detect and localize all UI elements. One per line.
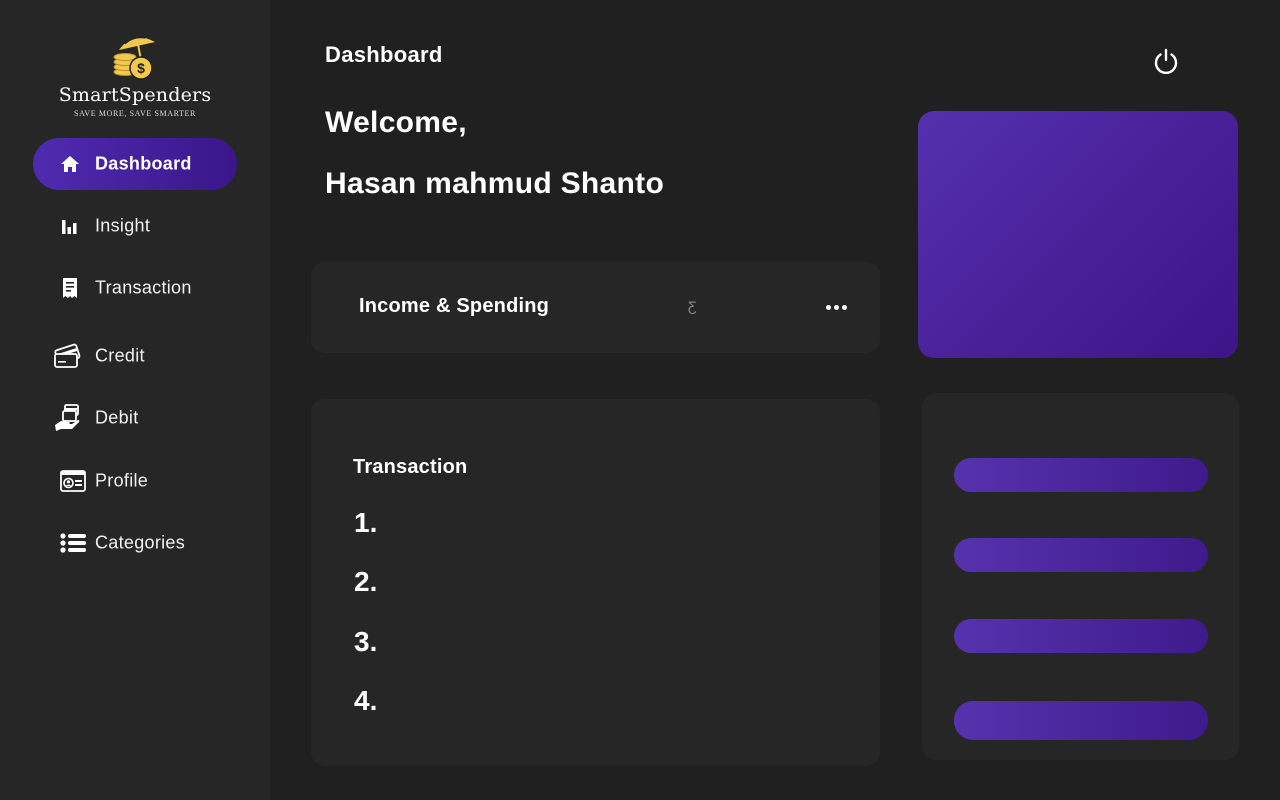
welcome-text: Welcome,: [325, 106, 467, 139]
summary-bar: [954, 458, 1208, 492]
sidebar-item-transaction[interactable]: Transaction: [33, 262, 237, 314]
receipt-icon: [55, 274, 85, 302]
more-options-button[interactable]: [823, 294, 849, 320]
summary-card: [922, 393, 1239, 760]
sidebar-item-label: Categories: [95, 532, 186, 553]
power-button[interactable]: [1151, 46, 1181, 76]
sidebar-item-label: Debit: [95, 407, 139, 428]
balance-card: [918, 111, 1238, 358]
summary-bar: [954, 538, 1208, 572]
svg-text:$: $: [137, 60, 145, 76]
sidebar-item-label: Credit: [95, 345, 145, 366]
income-spending-card: Income & Spending Ƹ: [311, 262, 880, 353]
income-spending-glyph: Ƹ: [688, 298, 697, 314]
hand-card-icon: [53, 404, 83, 432]
umbrella-coins-icon: $: [113, 37, 155, 80]
transaction-list-item[interactable]: 2.: [354, 566, 377, 598]
brand-name: SmartSpenders: [58, 84, 212, 106]
sidebar-item-dashboard[interactable]: Dashboard: [33, 138, 237, 190]
summary-bar: [954, 701, 1208, 740]
transaction-list-item[interactable]: 4.: [354, 685, 377, 717]
sidebar-item-label: Insight: [95, 215, 151, 236]
sidebar-item-label: Profile: [95, 470, 149, 491]
sidebar-item-profile[interactable]: Profile: [33, 455, 237, 507]
app: $ SmartSpenders SAVE MORE, SAVE SMARTER …: [0, 0, 1280, 800]
list-icon: [58, 529, 88, 557]
brand-tagline: SAVE MORE, SAVE SMARTER: [74, 109, 196, 118]
sidebar: $ SmartSpenders SAVE MORE, SAVE SMARTER …: [0, 0, 270, 800]
id-card-icon: [58, 467, 88, 495]
home-icon: [55, 150, 85, 178]
brand-logo[interactable]: $ SmartSpenders SAVE MORE, SAVE SMARTER: [0, 30, 270, 118]
sidebar-item-insight[interactable]: Insight: [33, 200, 237, 252]
power-icon: [1154, 48, 1178, 75]
page-title: Dashboard: [325, 42, 443, 67]
credit-card-icon: [53, 342, 83, 370]
sidebar-item-debit[interactable]: Debit: [33, 392, 237, 444]
sidebar-item-label: Transaction: [95, 277, 192, 298]
user-name: Hasan mahmud Shanto: [325, 167, 665, 200]
sidebar-item-categories[interactable]: Categories: [33, 517, 237, 569]
more-horizontal-icon: [833, 304, 839, 310]
transaction-card-title: Transaction: [353, 456, 468, 478]
transaction-card: Transaction 1. 2. 3. 4.: [311, 399, 880, 766]
income-spending-title: Income & Spending: [359, 295, 550, 317]
transaction-list-item[interactable]: 3.: [354, 626, 377, 658]
more-horizontal-icon: [841, 304, 847, 310]
sidebar-item-label: Dashboard: [95, 153, 192, 174]
more-horizontal-icon: [825, 304, 831, 310]
summary-bar: [954, 619, 1208, 653]
sidebar-item-credit[interactable]: Credit: [33, 330, 237, 382]
transaction-list-item[interactable]: 1.: [354, 507, 377, 539]
bar-chart-icon: [55, 212, 85, 240]
